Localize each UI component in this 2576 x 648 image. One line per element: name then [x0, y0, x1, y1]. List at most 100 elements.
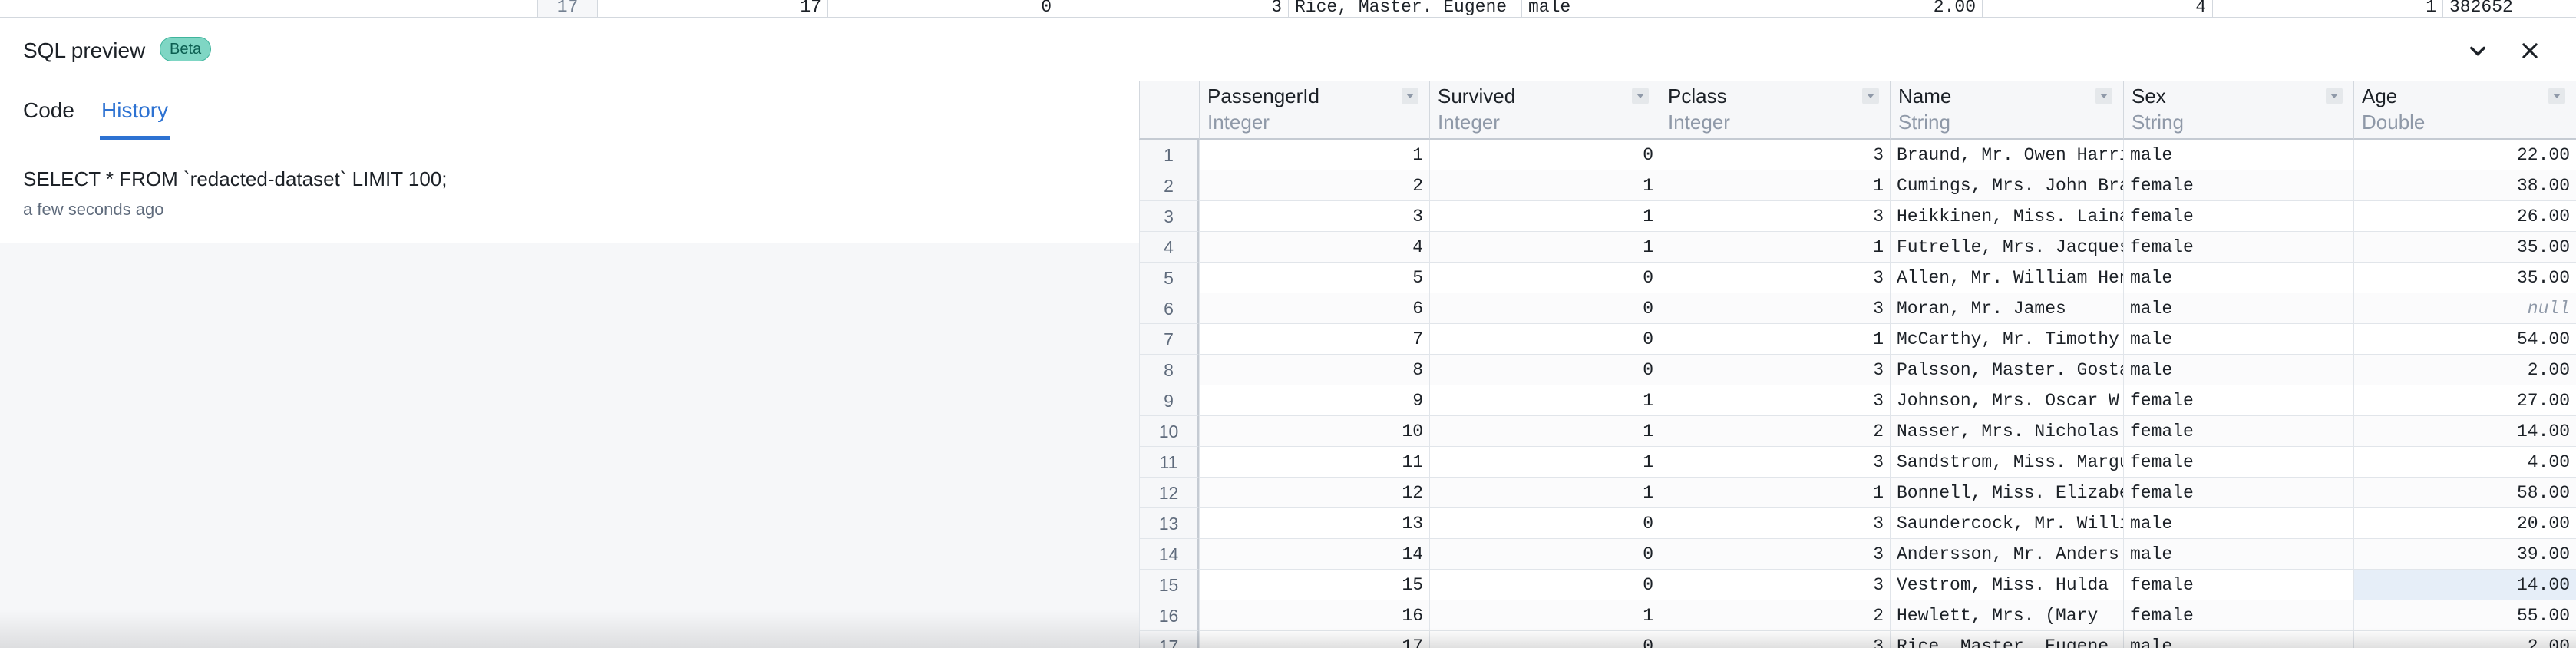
table-cell[interactable]: 1 [1429, 170, 1660, 201]
table-cell[interactable]: Johnson, Mrs. Oscar W [1890, 385, 2123, 416]
table-cell[interactable]: 1 [1429, 478, 1660, 508]
column-menu-icon[interactable] [2095, 88, 2112, 104]
table-cell[interactable]: 3 [1660, 140, 1890, 170]
table-cell[interactable]: 1 [1429, 416, 1660, 447]
table-cell[interactable]: 4.00 [2353, 447, 2576, 478]
table-row[interactable]: 14 14 0 3 Andersson, Mr. Anders male 39.00 [1139, 539, 2576, 570]
column-header[interactable]: Sex String [2123, 81, 2353, 140]
column-menu-icon[interactable] [1862, 88, 1879, 104]
table-cell[interactable]: Heikkinen, Miss. Laina [1890, 201, 2123, 232]
table-cell[interactable]: 2.00 [2353, 355, 2576, 385]
table-cell[interactable]: Andersson, Mr. Anders [1890, 539, 2123, 570]
table-cell[interactable]: Braund, Mr. Owen Harris [1890, 140, 2123, 170]
table-cell[interactable]: 3 [1660, 385, 1890, 416]
column-header[interactable]: Pclass Integer [1660, 81, 1890, 140]
table-cell[interactable]: 0 [1429, 293, 1660, 324]
table-cell[interactable]: 2 [1660, 416, 1890, 447]
table-cell[interactable]: Rice, Master. Eugene [1890, 631, 2123, 648]
table-cell[interactable]: male [2123, 324, 2353, 355]
column-menu-icon[interactable] [1632, 88, 1649, 104]
table-cell[interactable]: Palsson, Master. Gosta [1890, 355, 2123, 385]
table-row[interactable]: 7 7 0 1 McCarthy, Mr. Timothy male 54.00 [1139, 324, 2576, 355]
table-cell[interactable]: 15 [1199, 570, 1429, 600]
table-cell[interactable]: 3 [1660, 447, 1890, 478]
table-cell[interactable]: McCarthy, Mr. Timothy [1890, 324, 2123, 355]
column-header[interactable]: Survived Integer [1429, 81, 1660, 140]
table-cell[interactable]: 0 [1429, 570, 1660, 600]
table-cell[interactable]: 3 [1199, 201, 1429, 232]
table-cell[interactable]: female [2123, 201, 2353, 232]
table-cell[interactable]: 1 [1660, 478, 1890, 508]
table-cell[interactable]: 1 [1660, 232, 1890, 263]
table-cell[interactable]: Sandstrom, Miss. Marguerite [1890, 447, 2123, 478]
table-cell[interactable]: 35.00 [2353, 263, 2576, 293]
table-cell[interactable]: Allen, Mr. William Henry [1890, 263, 2123, 293]
table-cell[interactable]: 1 [1429, 385, 1660, 416]
table-cell[interactable]: 1 [1199, 140, 1429, 170]
table-cell[interactable]: 20.00 [2353, 508, 2576, 539]
table-row[interactable]: 3 3 1 3 Heikkinen, Miss. Laina female 26.00 [1139, 201, 2576, 232]
table-row[interactable]: 131303Saundercock, Mr. Williammale20.00 [1139, 508, 2576, 539]
table-cell[interactable]: female [2123, 170, 2353, 201]
column-menu-icon[interactable] [1402, 88, 1418, 104]
table-cell[interactable]: 39.00 [2353, 539, 2576, 570]
table-row[interactable]: 16 16 1 2 Hewlett, Mrs. (Mary female 55.00 [1139, 600, 2576, 631]
table-cell[interactable]: male [2123, 508, 2353, 539]
table-cell[interactable]: female [2123, 570, 2353, 600]
table-row[interactable]: 121211Bonnell, Miss. Elizabethfemale58.0… [1139, 478, 2576, 508]
table-cell[interactable]: 3 [1660, 508, 1890, 539]
table-cell[interactable]: 10 [1199, 416, 1429, 447]
table-cell[interactable]: null [2353, 293, 2576, 324]
history-item[interactable]: SELECT * FROM `redacted-dataset` LIMIT 1… [0, 140, 1139, 243]
table-cell[interactable]: 38.00 [2353, 170, 2576, 201]
table-cell[interactable]: 6 [1199, 293, 1429, 324]
table-cell[interactable]: 3 [1660, 631, 1890, 648]
table-cell[interactable]: 4 [1199, 232, 1429, 263]
table-cell[interactable]: female [2123, 416, 2353, 447]
table-cell[interactable]: 54.00 [2353, 324, 2576, 355]
table-cell[interactable]: 0 [1429, 539, 1660, 570]
table-row[interactable]: 8 8 0 3 Palsson, Master. Gosta male 2.00 [1139, 355, 2576, 385]
table-cell[interactable]: male [2123, 631, 2353, 648]
table-row[interactable]: 17 17 0 3 Rice, Master. Eugene male 2.00 [1139, 631, 2576, 648]
table-cell[interactable]: male [2123, 539, 2353, 570]
table-cell[interactable]: female [2123, 478, 2353, 508]
table-cell[interactable]: male [2123, 293, 2353, 324]
table-cell[interactable]: 12 [1199, 478, 1429, 508]
table-cell[interactable]: male [2123, 355, 2353, 385]
table-cell[interactable]: 3 [1660, 539, 1890, 570]
column-header[interactable]: Name String [1890, 81, 2123, 140]
table-cell[interactable]: Cumings, Mrs. John Bradley [1890, 170, 2123, 201]
table-cell[interactable]: Hewlett, Mrs. (Mary [1890, 600, 2123, 631]
table-cell[interactable]: 13 [1199, 508, 1429, 539]
table-cell[interactable]: Vestrom, Miss. Hulda [1890, 570, 2123, 600]
table-row[interactable]: 111113Sandstrom, Miss. Margueritefemale4… [1139, 447, 2576, 478]
table-cell[interactable]: 1 [1429, 201, 1660, 232]
chevron-down-icon[interactable] [2459, 32, 2496, 69]
table-cell[interactable]: 58.00 [2353, 478, 2576, 508]
table-cell[interactable]: 3 [1660, 263, 1890, 293]
tab-code[interactable]: Code [23, 98, 74, 140]
table-cell[interactable]: Bonnell, Miss. Elizabeth [1890, 478, 2123, 508]
table-cell[interactable]: 14.00 [2353, 416, 2576, 447]
table-cell[interactable]: female [2123, 232, 2353, 263]
table-cell[interactable]: 0 [1429, 355, 1660, 385]
table-row[interactable]: 10 10 1 2 Nasser, Mrs. Nicholas female 14.00 [1139, 416, 2576, 447]
table-cell[interactable]: male [2123, 263, 2353, 293]
table-cell[interactable]: 0 [1429, 631, 1660, 648]
table-cell[interactable]: 11 [1199, 447, 1429, 478]
table-cell[interactable]: Saundercock, Mr. William [1890, 508, 2123, 539]
table-row[interactable]: 9 9 1 3 Johnson, Mrs. Oscar Wfemale 27.00 [1139, 385, 2576, 416]
table-cell[interactable]: 14.00 [2353, 570, 2576, 600]
table-cell[interactable]: female [2123, 385, 2353, 416]
table-row[interactable]: 1 1 0 3 Braund, Mr. Owen Harris male 22.00 [1139, 140, 2576, 170]
table-cell[interactable]: female [2123, 447, 2353, 478]
table-cell[interactable]: 1 [1429, 232, 1660, 263]
table-row[interactable]: 15 15 0 3 Vestrom, Miss. Hulda female 14.00 [1139, 570, 2576, 600]
table-row[interactable]: 4 4 1 1 Futrelle, Mrs. Jacques female 35.00 [1139, 232, 2576, 263]
table-cell[interactable]: 3 [1660, 201, 1890, 232]
column-menu-icon[interactable] [2326, 88, 2343, 104]
column-header[interactable]: PassengerId Integer [1199, 81, 1429, 140]
table-cell[interactable]: 26.00 [2353, 201, 2576, 232]
table-cell[interactable]: 9 [1199, 385, 1429, 416]
